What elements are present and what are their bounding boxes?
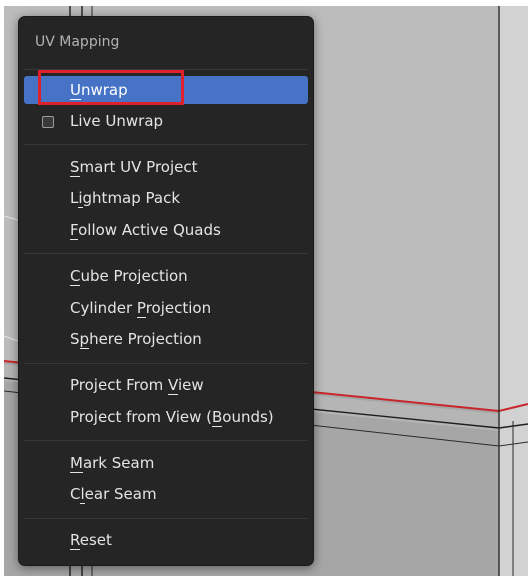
menu-divider <box>24 69 308 70</box>
menu-item-label: Clear Seam <box>70 485 157 504</box>
menu-item-label: Project from View (Bounds) <box>70 408 274 427</box>
menu-item-label: Smart UV Project <box>70 158 198 177</box>
uv-mapping-menu: UV Mapping Unwrap Live Unwrap Smart UV P… <box>18 16 314 566</box>
menu-item-label: Cylinder Projection <box>70 299 212 318</box>
menu-item-label: Live Unwrap <box>70 112 164 130</box>
menu-item-label: Lightmap Pack <box>70 189 181 208</box>
menu-title: UV Mapping <box>35 34 120 50</box>
menu-item-project-from-view-bounds[interactable]: Project from View (Bounds) <box>24 403 308 431</box>
menu-item-cylinder-projection[interactable]: Cylinder Projection <box>24 294 308 322</box>
menu-divider <box>24 440 308 441</box>
menu-item-lightmap-pack[interactable]: Lightmap Pack <box>24 184 308 212</box>
menu-item-smart-uv-project[interactable]: Smart UV Project <box>24 153 308 181</box>
menu-item-label: Unwrap <box>70 81 128 100</box>
menu-item-label: Follow Active Quads <box>70 221 221 240</box>
menu-item-follow-active-quads[interactable]: Follow Active Quads <box>24 216 308 244</box>
menu-item-label: Sphere Projection <box>70 330 202 349</box>
menu-item-project-from-view[interactable]: Project From View <box>24 371 308 399</box>
menu-divider <box>24 363 308 364</box>
checkbox-icon[interactable] <box>42 116 54 128</box>
menu-item-cube-projection[interactable]: Cube Projection <box>24 262 308 290</box>
menu-item-label: Cube Projection <box>70 267 188 286</box>
menu-divider <box>24 253 308 254</box>
menu-item-label: Mark Seam <box>70 454 155 473</box>
menu-item-reset[interactable]: Reset <box>24 526 308 554</box>
menu-divider <box>24 144 308 145</box>
menu-item-label: Reset <box>70 531 112 550</box>
menu-item-unwrap[interactable]: Unwrap <box>24 76 308 104</box>
menu-item-mark-seam[interactable]: Mark Seam <box>24 449 308 477</box>
menu-divider <box>24 518 308 519</box>
menu-item-label: Project From View <box>70 376 204 395</box>
menu-item-live-unwrap[interactable]: Live Unwrap <box>24 107 308 135</box>
menu-item-clear-seam[interactable]: Clear Seam <box>24 480 308 508</box>
menu-item-sphere-projection[interactable]: Sphere Projection <box>24 325 308 353</box>
